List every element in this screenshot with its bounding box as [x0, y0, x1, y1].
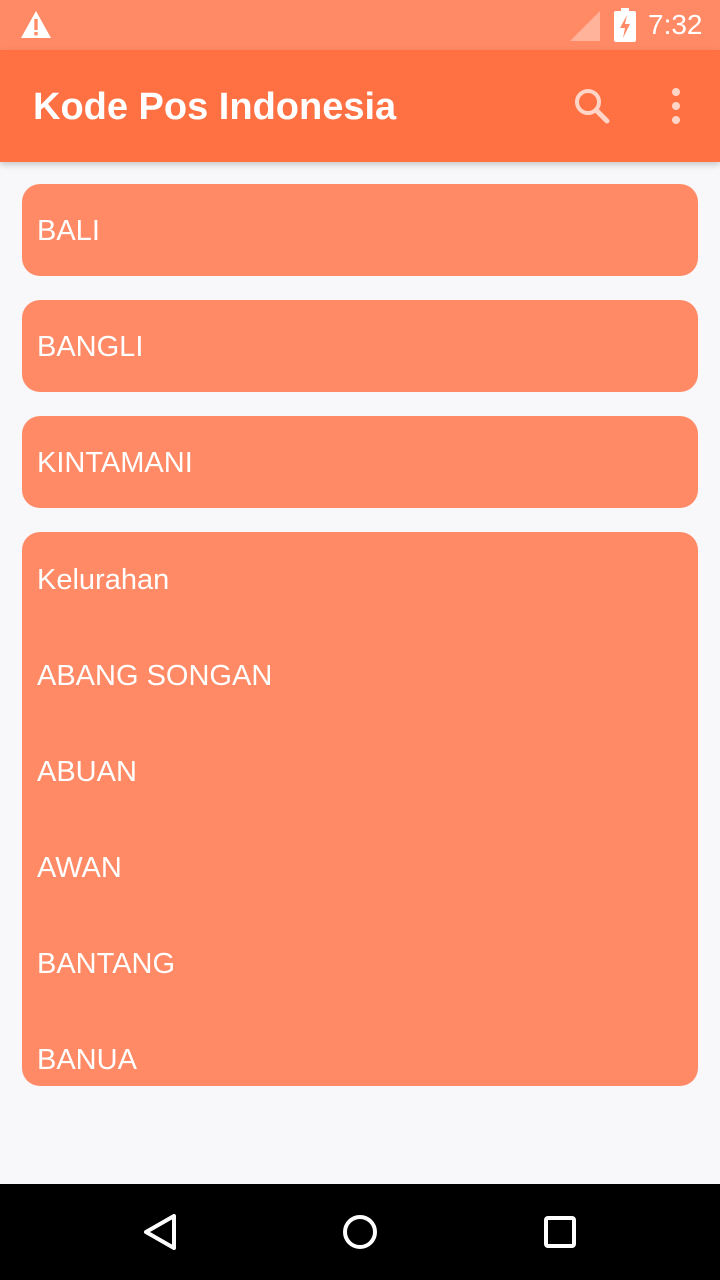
content: BALI BANGLI KINTAMANI Kelurahan ABANG SO…	[0, 162, 720, 1184]
search-icon[interactable]	[566, 80, 618, 132]
province-label: BALI	[37, 215, 100, 247]
screen: 7:32 Kode Pos Indonesia BALI BANGLI KINT…	[0, 0, 720, 1280]
village-list-header: Kelurahan	[37, 564, 170, 596]
list-item[interactable]: BANTANG	[37, 947, 175, 981]
navigation-bar	[0, 1184, 720, 1280]
page-title: Kode Pos Indonesia	[33, 86, 397, 128]
district-label: KINTAMANI	[37, 447, 193, 479]
regency-card[interactable]: BANGLI	[22, 300, 698, 392]
status-bar: 7:32	[0, 0, 720, 50]
list-item[interactable]: ABUAN	[37, 755, 137, 789]
district-card[interactable]: KINTAMANI	[22, 416, 698, 508]
clock: 7:32	[648, 9, 703, 40]
province-card[interactable]: BALI	[22, 184, 698, 276]
regency-label: BANGLI	[37, 331, 144, 363]
list-item[interactable]: ABANG SONGAN	[37, 659, 272, 693]
warning-icon	[21, 11, 51, 38]
back-icon[interactable]	[130, 1202, 190, 1262]
village-list-card[interactable]: Kelurahan ABANG SONGAN ABUAN AWAN BANTAN…	[22, 532, 698, 1086]
home-icon[interactable]	[330, 1202, 390, 1262]
more-vert-icon[interactable]	[656, 80, 696, 132]
signal-icon	[570, 11, 600, 41]
recents-icon[interactable]	[530, 1202, 590, 1262]
list-item[interactable]: BANUA	[37, 1043, 137, 1077]
battery-charging-icon	[614, 8, 636, 42]
list-item[interactable]: AWAN	[37, 851, 122, 885]
app-bar: Kode Pos Indonesia	[0, 50, 720, 162]
